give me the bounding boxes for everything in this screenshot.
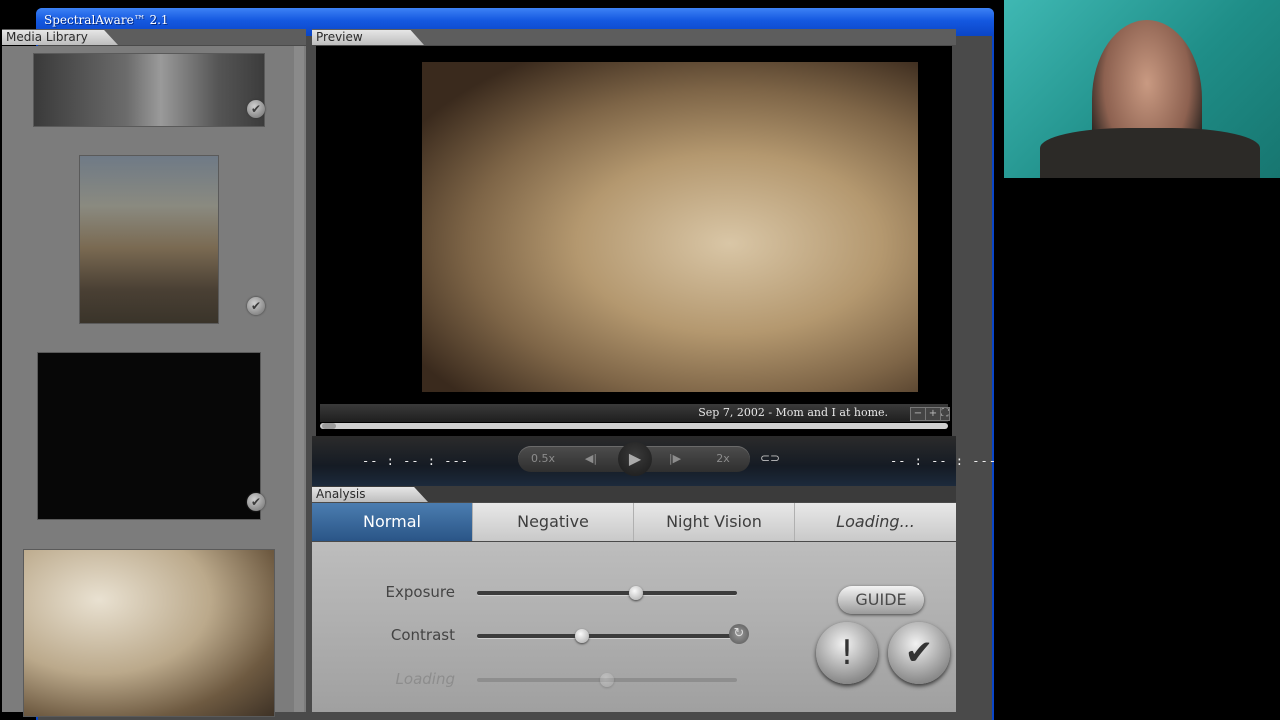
library-scrollbar[interactable] <box>294 46 594 712</box>
speed-slow-button[interactable]: 0.5x <box>518 446 568 472</box>
analysis-mode-tabs: Normal Negative Night Vision Loading... <box>312 503 956 541</box>
webcam-shirt <box>1040 128 1260 178</box>
exposure-slider[interactable] <box>477 586 737 600</box>
tab-normal[interactable]: Normal <box>312 503 473 541</box>
photo-caption: Sep 7, 2002 - Mom and I at home. <box>698 406 888 419</box>
loading-slider-knob <box>600 673 614 687</box>
transport-bar: -- : -- : --- 0.5x ◀| ▶ |▶ 2x ⊂⊃ -- : --… <box>312 436 996 486</box>
play-icon[interactable]: ▶ <box>618 442 652 476</box>
media-library-title: Media Library <box>2 30 118 45</box>
webcam-feed <box>1004 0 1280 178</box>
thumbnail-3[interactable] <box>38 353 260 519</box>
progress-handle[interactable] <box>322 423 336 429</box>
preview-panel <box>316 46 952 442</box>
preview-title: Preview <box>312 30 424 45</box>
contrast-slider-knob[interactable] <box>575 629 589 643</box>
window-title: SpectralAware™ 2.1 <box>44 13 169 27</box>
fullscreen-icon[interactable]: ⛶ <box>940 407 950 421</box>
tab-negative[interactable]: Negative <box>473 503 634 541</box>
previous-icon[interactable]: ◀| <box>570 446 612 472</box>
contrast-label: Contrast <box>390 626 455 644</box>
playback-progress[interactable] <box>320 423 948 429</box>
analysis-controls: Exposure Contrast ↻ Loading GUIDE ! ✔ <box>312 542 956 712</box>
guide-button[interactable]: GUIDE <box>838 586 924 614</box>
zoom-out-icon[interactable]: − <box>910 407 926 421</box>
thumbnail-2[interactable] <box>80 156 218 323</box>
check-icon[interactable]: ✔ <box>247 100 265 118</box>
caption-bar: Sep 7, 2002 - Mom and I at home. − + ⛶ <box>320 404 950 422</box>
zoom-in-icon[interactable]: + <box>925 407 941 421</box>
next-icon[interactable]: |▶ <box>654 446 696 472</box>
loading-label: Loading <box>395 670 455 688</box>
loop-icon[interactable]: ⊂⊃ <box>760 451 780 465</box>
reset-icon[interactable]: ↻ <box>729 624 749 644</box>
tab-night-vision[interactable]: Night Vision <box>634 503 795 541</box>
exposure-label: Exposure <box>385 583 455 601</box>
exposure-slider-knob[interactable] <box>629 586 643 600</box>
loading-slider <box>477 673 737 687</box>
tab-loading[interactable]: Loading... <box>795 503 956 541</box>
thumbnail-4[interactable] <box>24 550 274 716</box>
thumbnail-1[interactable] <box>34 54 264 126</box>
alert-icon[interactable]: ! <box>816 622 878 684</box>
time-elapsed: -- : -- : --- <box>362 454 469 468</box>
confirm-icon[interactable]: ✔ <box>888 622 950 684</box>
playback-controls: 0.5x ◀| ▶ |▶ 2x <box>518 442 750 476</box>
contrast-slider[interactable] <box>477 629 737 643</box>
check-icon[interactable]: ✔ <box>247 297 265 315</box>
media-library-panel: ✔ ✔ ✔ <box>2 46 594 716</box>
analysis-title: Analysis <box>312 487 428 502</box>
time-total: -- : -- : --- <box>890 454 997 468</box>
check-icon[interactable]: ✔ <box>247 493 265 511</box>
speed-fast-button[interactable]: 2x <box>698 446 748 472</box>
preview-image <box>422 62 918 392</box>
